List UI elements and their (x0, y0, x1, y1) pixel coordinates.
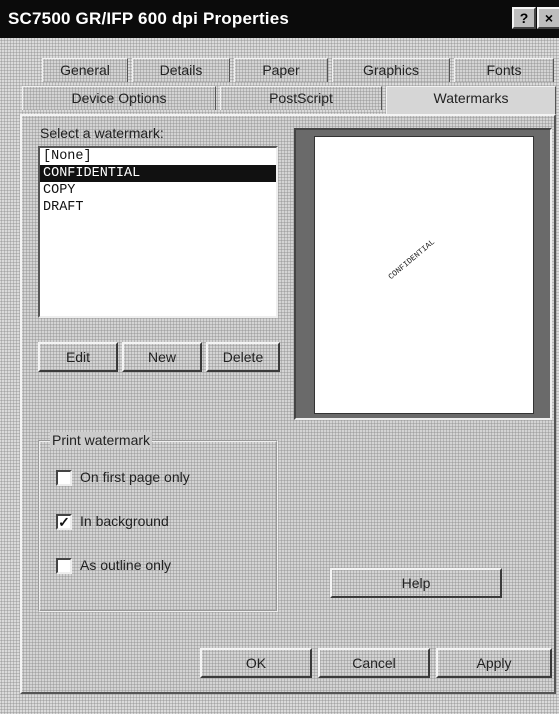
list-item[interactable]: DRAFT (40, 199, 276, 216)
tab-postscript[interactable]: PostScript (220, 86, 382, 110)
list-item[interactable]: COPY (40, 182, 276, 199)
tab-row-bottom: Device Options PostScript Watermarks (0, 86, 559, 114)
apply-button[interactable]: Apply (436, 648, 552, 678)
watermark-preview: CONFIDENTIAL (294, 128, 552, 420)
first-page-only-label: On first page only (80, 469, 190, 485)
tab-fonts[interactable]: Fonts (454, 58, 554, 82)
help-button[interactable]: Help (330, 568, 502, 598)
tab-graphics[interactable]: Graphics (332, 58, 450, 82)
in-background-label: In background (80, 513, 169, 529)
cancel-button-label: Cancel (352, 655, 396, 671)
delete-button[interactable]: Delete (206, 342, 280, 372)
list-item-selected[interactable]: CONFIDENTIAL (40, 165, 276, 182)
first-page-only-checkbox[interactable] (56, 470, 72, 486)
tab-general[interactable]: General (42, 58, 128, 82)
tab-watermarks[interactable]: Watermarks (386, 86, 556, 114)
edit-button[interactable]: Edit (38, 342, 118, 372)
tab-row-top: General Details Paper Graphics Fonts (0, 58, 559, 84)
ok-button-label: OK (245, 655, 267, 671)
help-button-label: Help (401, 575, 431, 591)
preview-watermark-text: CONFIDENTIAL (387, 237, 437, 282)
watermark-list[interactable]: [None] CONFIDENTIAL COPY DRAFT (38, 146, 278, 318)
title-bar[interactable]: SC7500 GR/IFP 600 dpi Properties ? × (0, 0, 559, 38)
edit-button-label: Edit (65, 349, 91, 365)
close-icon[interactable]: × (537, 7, 559, 29)
delete-button-label: Delete (222, 349, 264, 365)
preview-page: CONFIDENTIAL (314, 136, 534, 414)
select-watermark-label: Select a watermark: (40, 125, 164, 141)
print-watermark-group: Print watermark On first page only ✓ In … (38, 432, 278, 612)
tab-paper[interactable]: Paper (234, 58, 328, 82)
window-title: SC7500 GR/IFP 600 dpi Properties (8, 9, 290, 28)
outline-only-label: As outline only (80, 557, 172, 573)
outline-only-checkbox[interactable] (56, 558, 72, 574)
new-button[interactable]: New (122, 342, 202, 372)
tab-device-options[interactable]: Device Options (22, 86, 216, 110)
new-button-label: New (147, 349, 176, 365)
ok-button[interactable]: OK (200, 648, 312, 678)
tab-details[interactable]: Details (132, 58, 230, 82)
in-background-checkbox[interactable]: ✓ (56, 514, 72, 530)
apply-button-label: Apply (476, 655, 512, 671)
cancel-button[interactable]: Cancel (318, 648, 430, 678)
help-icon[interactable]: ? (512, 7, 536, 29)
print-watermark-title: Print watermark (50, 432, 153, 448)
list-item[interactable]: [None] (40, 148, 276, 165)
